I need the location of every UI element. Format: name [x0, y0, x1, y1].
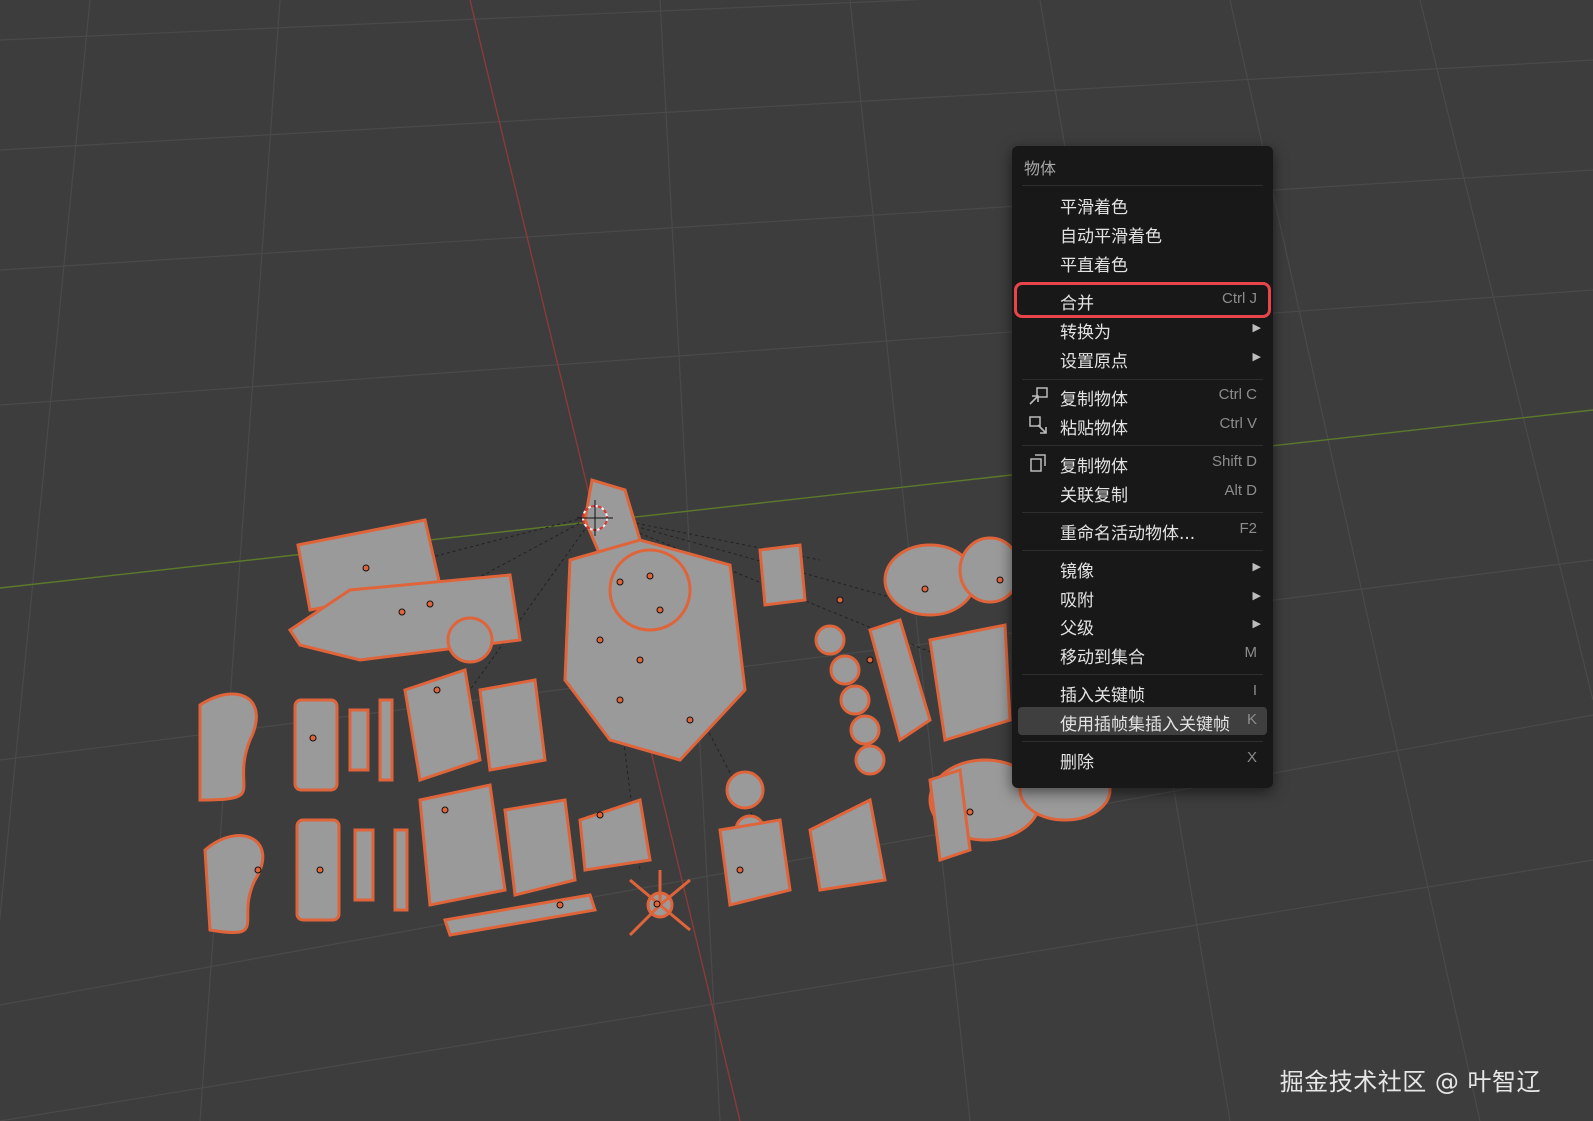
menu-item-insert-keyframe-with-keying-set[interactable]: 使用插帧集插入关键帧 K	[1018, 707, 1267, 735]
menu-item-label: 复制物体	[1060, 457, 1128, 477]
menu-item-copy-objects[interactable]: 复制物体 Ctrl C	[1018, 382, 1267, 410]
menu-item-duplicate-linked[interactable]: 关联复制 Alt D	[1018, 478, 1267, 506]
paste-object-icon	[1028, 415, 1050, 435]
menu-item-shade-flat[interactable]: 平直着色	[1018, 248, 1267, 276]
menu-separator	[1022, 445, 1263, 446]
menu-item-label: 粘贴物体	[1060, 419, 1128, 439]
selected-engine-parts[interactable]	[198, 478, 1112, 937]
submenu-arrow-icon: ▶	[1252, 350, 1261, 363]
menu-item-label: 吸附	[1060, 591, 1094, 611]
menu-item-shortcut: Ctrl J	[1222, 290, 1257, 307]
menu-separator	[1022, 741, 1263, 742]
menu-item-label: 自动平滑着色	[1060, 227, 1162, 247]
menu-item-duplicate-objects[interactable]: 复制物体 Shift D	[1018, 449, 1267, 477]
menu-item-label: 复制物体	[1060, 390, 1128, 410]
menu-item-label: 重命名活动物体...	[1060, 524, 1196, 544]
menu-item-label: 使用插帧集插入关键帧	[1060, 715, 1230, 735]
menu-item-shortcut: Ctrl V	[1219, 415, 1258, 432]
menu-item-join[interactable]: 合并 Ctrl J	[1014, 282, 1271, 318]
menu-separator	[1022, 185, 1263, 186]
submenu-arrow-icon: ▶	[1252, 589, 1261, 602]
3d-viewport[interactable]: 物体 平滑着色 自动平滑着色 平直着色 合并 Ctrl J 转换为 ▶ 设置原点…	[0, 0, 1593, 1121]
copy-object-icon	[1028, 386, 1050, 406]
menu-separator	[1022, 550, 1263, 551]
menu-item-move-to-collection[interactable]: 移动到集合 M	[1018, 640, 1267, 668]
menu-item-shortcut: Alt D	[1224, 482, 1257, 499]
menu-item-shortcut: X	[1246, 749, 1257, 766]
menu-item-insert-keyframe[interactable]: 插入关键帧 I	[1018, 678, 1267, 706]
submenu-arrow-icon: ▶	[1252, 321, 1261, 334]
menu-item-delete[interactable]: 删除 X	[1018, 745, 1267, 773]
menu-item-shortcut: K	[1246, 711, 1257, 728]
menu-item-shortcut: I	[1252, 682, 1257, 699]
menu-item-label: 设置原点	[1060, 352, 1128, 372]
menu-item-snap[interactable]: 吸附 ▶	[1018, 583, 1267, 611]
menu-title: 物体	[1024, 159, 1057, 178]
menu-separator	[1022, 379, 1263, 380]
menu-item-set-origin[interactable]: 设置原点 ▶	[1018, 344, 1267, 372]
menu-item-label: 移动到集合	[1060, 648, 1145, 668]
menu-item-convert[interactable]: 转换为 ▶	[1018, 315, 1267, 343]
menu-item-rename-active[interactable]: 重命名活动物体... F2	[1018, 516, 1267, 544]
menu-item-label: 平直着色	[1060, 256, 1128, 276]
menu-item-label: 转换为	[1060, 323, 1111, 343]
menu-separator	[1022, 674, 1263, 675]
menu-item-shade-auto-smooth[interactable]: 自动平滑着色	[1018, 219, 1267, 247]
menu-item-mirror[interactable]: 镜像 ▶	[1018, 554, 1267, 582]
menu-item-label: 合并	[1060, 294, 1094, 314]
viewport-scene	[0, 0, 1593, 1121]
menu-item-paste-objects[interactable]: 粘贴物体 Ctrl V	[1018, 411, 1267, 439]
menu-item-shortcut: Shift D	[1211, 453, 1257, 470]
duplicate-icon	[1028, 453, 1050, 473]
menu-item-shortcut: M	[1244, 644, 1258, 661]
menu-item-shortcut: F2	[1239, 520, 1257, 537]
menu-item-label: 关联复制	[1060, 486, 1128, 506]
menu-item-label: 平滑着色	[1060, 198, 1128, 218]
submenu-arrow-icon: ▶	[1252, 560, 1261, 573]
menu-item-label: 插入关键帧	[1060, 686, 1145, 706]
menu-item-label: 删除	[1060, 753, 1094, 773]
menu-item-shortcut: Ctrl C	[1218, 386, 1257, 403]
watermark: 掘金技术社区 @ 叶智辽	[1279, 1068, 1541, 1096]
menu-separator	[1022, 512, 1263, 513]
menu-item-parent[interactable]: 父级 ▶	[1018, 611, 1267, 639]
menu-item-label: 父级	[1060, 619, 1094, 639]
menu-item-label: 镜像	[1060, 562, 1094, 582]
submenu-arrow-icon: ▶	[1252, 617, 1261, 630]
menu-item-shade-smooth[interactable]: 平滑着色	[1018, 190, 1267, 218]
object-context-menu: 物体 平滑着色 自动平滑着色 平直着色 合并 Ctrl J 转换为 ▶ 设置原点…	[1012, 146, 1273, 788]
